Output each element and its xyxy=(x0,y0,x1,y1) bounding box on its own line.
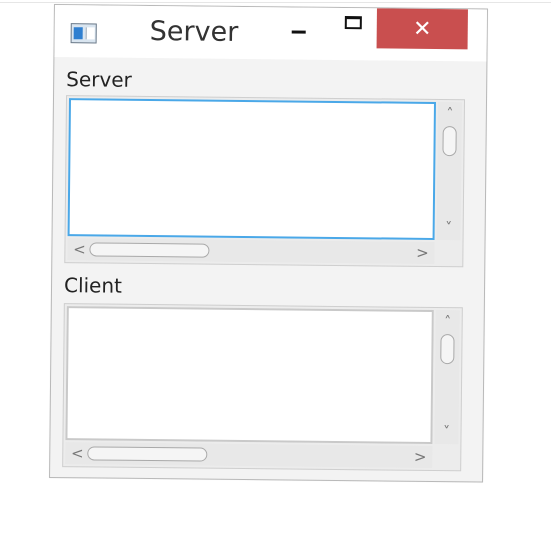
scroll-right-arrow-icon[interactable]: > xyxy=(410,446,430,468)
minimize-icon xyxy=(291,29,306,34)
scroll-down-arrow-icon[interactable]: ˅ xyxy=(434,422,458,442)
scroll-right-arrow-icon[interactable]: > xyxy=(412,242,432,264)
minimize-button[interactable] xyxy=(279,7,319,47)
scroll-down-arrow-icon[interactable]: ˅ xyxy=(437,218,461,238)
maximize-icon xyxy=(344,15,362,29)
server-vertical-scroll-thumb[interactable] xyxy=(442,126,457,157)
server-textarea[interactable] xyxy=(67,98,436,240)
app-icon-pane-left xyxy=(73,27,83,40)
window-title: Server xyxy=(149,16,239,48)
maximize-button[interactable] xyxy=(333,8,373,48)
scroll-up-arrow-icon[interactable]: ˄ xyxy=(438,104,462,124)
client-label: Client xyxy=(63,273,123,298)
client-horizontal-scrollbar[interactable]: < > xyxy=(65,442,433,468)
server-panel: ˄ ˅ < > xyxy=(64,95,466,268)
window-app-icon[interactable] xyxy=(70,23,97,44)
canvas-top-border xyxy=(0,2,551,3)
client-vertical-scroll-thumb[interactable] xyxy=(440,334,455,365)
title-bar[interactable]: Server ✕ xyxy=(54,5,487,62)
client-horizontal-scroll-thumb[interactable] xyxy=(87,446,208,462)
client-textarea[interactable] xyxy=(65,306,434,444)
server-vertical-scrollbar[interactable]: ˄ ˅ xyxy=(436,102,462,241)
app-icon-pane-right xyxy=(85,27,95,40)
close-icon: ✕ xyxy=(412,16,432,42)
server-scroll-corner xyxy=(436,242,461,265)
client-vertical-scrollbar[interactable]: ˄ ˅ xyxy=(434,310,460,445)
client-scroll-corner xyxy=(434,446,459,469)
scroll-left-arrow-icon[interactable]: < xyxy=(69,238,89,260)
client-panel: ˄ ˅ < > xyxy=(62,303,463,472)
server-horizontal-scroll-thumb[interactable] xyxy=(89,242,210,258)
server-horizontal-scrollbar[interactable]: < > xyxy=(67,238,435,264)
scroll-up-arrow-icon[interactable]: ˄ xyxy=(436,312,460,332)
close-button[interactable]: ✕ xyxy=(376,8,468,50)
server-label: Server xyxy=(66,67,132,92)
scroll-left-arrow-icon[interactable]: < xyxy=(67,442,87,464)
server-window: Server ✕ Server ˄ ˅ < > Client ˄ ˅ < > xyxy=(49,4,488,483)
